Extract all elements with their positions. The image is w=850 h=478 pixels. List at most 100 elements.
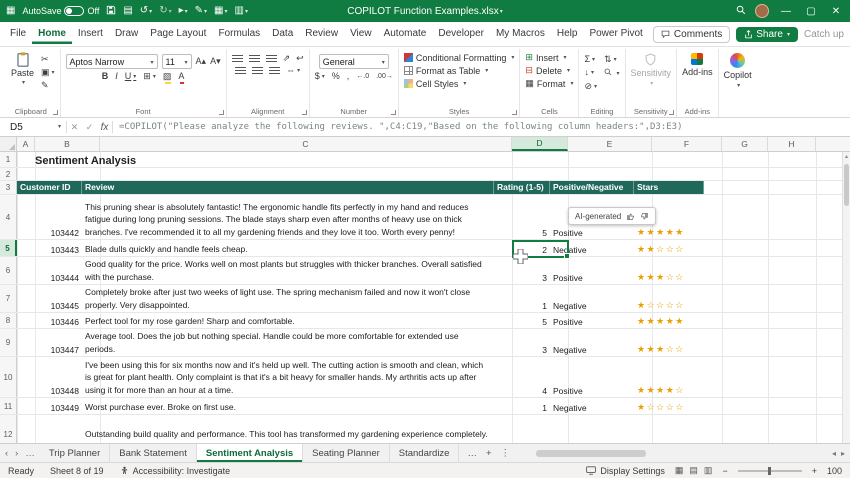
autosave-toggle[interactable]: AutoSave Off (22, 6, 99, 16)
cell-review[interactable]: This pruning shear is absolutely fantast… (82, 195, 494, 239)
scroll-up-icon[interactable]: ▴ (843, 153, 850, 160)
horizontal-scrollbar-thumb[interactable] (536, 450, 646, 457)
cell-review[interactable]: Worst purchase ever. Broke on first use. (82, 398, 494, 414)
bold-button[interactable]: B (102, 72, 109, 81)
format-cells-button[interactable]: ▦ Format (525, 79, 573, 89)
styles-dialog-launcher-icon[interactable] (512, 110, 517, 115)
pointer-icon[interactable]: ▸ (179, 6, 188, 16)
tab-data[interactable]: Data (266, 24, 299, 44)
align-middle-icon[interactable] (249, 55, 260, 62)
zoom-level[interactable]: 100 (827, 466, 842, 476)
user-avatar[interactable] (755, 4, 769, 18)
row-header-6[interactable]: 6 (0, 257, 17, 284)
font-dialog-launcher-icon[interactable] (219, 110, 224, 115)
thumbs-down-icon[interactable] (640, 212, 649, 221)
cell-rating[interactable]: 4 (494, 357, 550, 397)
copilot-button[interactable]: Copilot (724, 51, 752, 89)
row-header-12[interactable]: 12 (0, 415, 17, 443)
tab-developer[interactable]: Developer (432, 24, 490, 44)
align-center-icon[interactable] (252, 67, 263, 74)
number-dialog-launcher-icon[interactable] (391, 110, 396, 115)
fill-icon[interactable]: ↓ (584, 68, 597, 78)
sensitivity-dialog-launcher-icon[interactable] (669, 110, 674, 115)
sheet-title-cell[interactable]: Sentiment Analysis (17, 152, 136, 167)
column-header-d[interactable]: D (512, 137, 568, 151)
select-all-button[interactable] (0, 137, 17, 151)
close-button[interactable]: ✕ (828, 6, 844, 17)
format-painter-icon[interactable]: ✎ (41, 81, 55, 90)
sheet-icon[interactable]: ▤ (123, 6, 132, 16)
cell-sentiment[interactable]: Positive (550, 313, 634, 328)
sheet-menu-icon[interactable]: ⋮ (501, 448, 511, 459)
row-header-10[interactable]: 10 (0, 357, 17, 397)
cell-customer-id[interactable]: 103445 (17, 285, 82, 312)
cell-customer-id[interactable]: 103446 (17, 313, 82, 328)
zoom-in-button[interactable]: + (812, 466, 817, 476)
sheet-tab-seating-planner[interactable]: Seating Planner (303, 444, 390, 462)
zoom-out-button[interactable]: − (722, 466, 727, 476)
cell-customer-id[interactable]: 103448 (17, 357, 82, 397)
column-header-f[interactable]: F (652, 137, 722, 151)
sheet-tab-sentiment-analysis[interactable]: Sentiment Analysis (197, 444, 303, 462)
grow-font-icon[interactable]: A▴ (196, 57, 207, 66)
addins-button[interactable]: Add-ins (682, 51, 713, 77)
sheet-tab-bank-statement[interactable]: Bank Statement (110, 444, 197, 462)
cell-review[interactable]: Good quality for the price. Works well o… (82, 257, 494, 284)
pen-icon[interactable]: ✎ (195, 6, 207, 16)
sheet-tab-trip-planner[interactable]: Trip Planner (40, 444, 110, 462)
row-header-8[interactable]: 8 (0, 313, 17, 328)
header-review[interactable]: Review (82, 181, 494, 194)
tab-review[interactable]: Review (299, 24, 344, 44)
sheet-nav-left-icon[interactable]: ‹ (5, 448, 8, 459)
column-header-g[interactable]: G (722, 137, 768, 151)
cell-customer-id[interactable]: 103443 (17, 240, 82, 256)
cell-rating[interactable]: 5 (494, 195, 550, 239)
cell-review[interactable]: Blade dulls quickly and handle feels che… (82, 240, 494, 256)
thumbs-up-icon[interactable] (626, 212, 635, 221)
align-left-icon[interactable] (235, 67, 246, 74)
header-rating[interactable]: Rating (1-5) (494, 181, 550, 194)
cell-rating[interactable]: 5 (494, 313, 550, 328)
shrink-font-icon[interactable]: A▾ (210, 57, 221, 66)
cell-sentiment[interactable] (550, 415, 634, 443)
tab-power-pivot[interactable]: Power Pivot (583, 24, 648, 44)
cancel-formula-icon[interactable]: ✕ (67, 122, 82, 133)
scroll-right-icon[interactable]: ▸ (841, 449, 845, 458)
row-header-11[interactable]: 11 (0, 398, 17, 414)
tab-view[interactable]: View (344, 24, 378, 44)
accessibility-status[interactable]: Accessibility: Investigate (120, 466, 231, 476)
insert-function-icon[interactable]: fx (97, 122, 112, 133)
cell-review[interactable]: Average tool. Does the job but nothing s… (82, 329, 494, 356)
display-settings-button[interactable]: Display Settings (586, 466, 665, 476)
cell-customer-id[interactable]: 103449 (17, 398, 82, 414)
alignment-dialog-launcher-icon[interactable] (302, 110, 307, 115)
row-header-2[interactable]: 2 (0, 168, 17, 180)
cell-rating[interactable]: 3 (494, 329, 550, 356)
row-header-7[interactable]: 7 (0, 285, 17, 312)
cell-review[interactable]: Perfect tool for my rose garden! Sharp a… (82, 313, 494, 328)
cell-sentiment[interactable]: Negative (550, 398, 634, 414)
tab-formulas[interactable]: Formulas (212, 24, 266, 44)
font-size-select[interactable]: 11 (162, 54, 192, 69)
tab-home[interactable]: Home (32, 24, 72, 44)
row-header-9[interactable]: 9 (0, 329, 17, 356)
scroll-left-icon[interactable]: ◂ (832, 449, 836, 458)
decrease-decimal-icon[interactable]: .00→ (376, 73, 393, 80)
app-launcher-icon[interactable]: ▦ (6, 6, 15, 16)
cell-stars[interactable]: ★☆☆☆☆ (634, 285, 704, 312)
sheet-overflow-icon[interactable]: … (25, 448, 35, 459)
cell-sentiment[interactable]: Negative (550, 285, 634, 312)
name-box[interactable]: D5 (0, 122, 66, 133)
more-sheets-icon[interactable]: … (467, 448, 477, 459)
maximize-button[interactable]: ▢ (803, 6, 819, 17)
insert-cells-button[interactable]: ⊞ Insert (525, 53, 566, 63)
cell-review[interactable]: Completely broke after just two weeks of… (82, 285, 494, 312)
zoom-slider-thumb[interactable] (768, 467, 771, 475)
align-bottom-icon[interactable] (266, 55, 277, 62)
cell-rating[interactable]: 1 (494, 398, 550, 414)
document-title[interactable]: COPILOT Function Examples.xlsx (347, 6, 503, 17)
underline-button[interactable]: U (125, 72, 137, 81)
sheet-tab-standardize[interactable]: Standardize (390, 444, 460, 462)
layout-icon[interactable]: ▥ (235, 6, 248, 16)
sort-filter-icon[interactable]: ⇅ (604, 55, 620, 64)
